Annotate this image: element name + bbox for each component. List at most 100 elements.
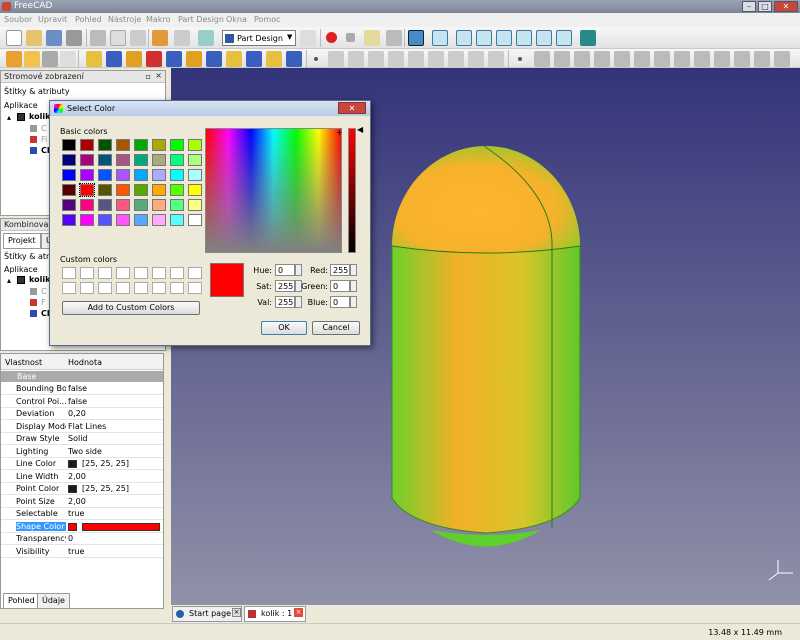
red-spin-icon[interactable] [350,264,357,276]
basic-color-swatch[interactable] [152,214,166,226]
tree-item-fi[interactable]: Fi [41,135,47,144]
hue-input[interactable]: 0 [275,264,295,276]
basic-color-swatch[interactable] [80,214,94,226]
custom-color-swatch[interactable] [170,282,184,294]
tree-item-c[interactable]: C [41,124,47,133]
close-tab-icon[interactable]: × [294,608,303,617]
new-document-icon[interactable] [6,30,22,46]
constraint-parallel-icon[interactable] [594,51,610,67]
basic-color-swatch[interactable] [98,139,112,151]
basic-color-swatch[interactable] [98,169,112,181]
basic-color-swatch[interactable] [170,139,184,151]
green-spin-icon[interactable] [350,280,357,292]
custom-color-swatch[interactable] [152,267,166,279]
basic-color-swatch[interactable] [116,169,130,181]
basic-color-swatch[interactable] [188,139,202,151]
property-row[interactable]: Visibility true [1,546,163,558]
basic-color-swatch[interactable] [134,154,148,166]
shape-color-editor[interactable] [82,522,160,531]
constraint-equal-icon[interactable] [654,51,670,67]
front-view-icon[interactable] [456,30,472,46]
feature-icon-9[interactable] [246,51,262,67]
hue-saturation-picker[interactable]: + [205,128,343,253]
pad-icon[interactable] [6,51,22,67]
menu-pohled[interactable]: Pohled [75,15,102,24]
property-row[interactable]: Shape Color [1,521,163,533]
redo-icon[interactable] [174,30,190,46]
sketch-arc-icon[interactable] [348,51,364,67]
custom-color-swatch[interactable] [116,267,130,279]
tree-expand-icon[interactable]: ▴ [7,113,11,122]
basic-color-swatch[interactable] [62,154,76,166]
basic-color-swatch[interactable] [134,139,148,151]
undo-icon[interactable] [152,30,168,46]
close-panel-icon[interactable]: × [155,71,162,80]
basic-color-swatch[interactable] [134,184,148,196]
pocket-icon[interactable] [24,51,40,67]
workbench-selector[interactable]: Part Design ▼ [222,30,296,46]
minimize-button[interactable]: – [742,1,756,12]
constraint-horizontal-distance-icon[interactable] [714,51,730,67]
basic-color-swatch[interactable] [152,169,166,181]
basic-color-swatch[interactable] [188,169,202,181]
basic-color-swatch[interactable] [188,184,202,196]
property-row[interactable]: Point Size 2,00 [1,496,163,508]
combo-expand-icon[interactable]: ▴ [7,276,11,285]
custom-color-swatch[interactable] [98,267,112,279]
sat-input[interactable]: 255 [275,280,295,292]
menu-okna[interactable]: Okna [226,15,247,24]
tab-projekt[interactable]: Projekt [3,233,41,249]
combo-document[interactable]: kolik [29,275,50,284]
constraint-lock-icon[interactable] [694,51,710,67]
combo-item-f[interactable]: F [41,298,46,307]
basic-color-swatch[interactable] [170,214,184,226]
color-swatch[interactable] [68,522,77,531]
property-row[interactable]: Bounding Box false [1,383,163,395]
constraint-angle-icon[interactable] [774,51,790,67]
sketch-trim-icon[interactable] [488,51,504,67]
copy-icon[interactable] [110,30,126,46]
basic-color-swatch[interactable] [188,199,202,211]
constraint-radius-icon[interactable] [754,51,770,67]
basic-color-swatch[interactable] [188,214,202,226]
custom-color-swatch[interactable] [188,267,202,279]
property-row[interactable]: Line Width 2,00 [1,471,163,483]
fit-all-icon[interactable] [408,30,424,46]
property-row[interactable]: Point Color [25, 25, 25] [1,483,163,495]
stop-macro-icon[interactable] [346,33,355,42]
tab-kolik[interactable]: kolik : 1 × [244,606,306,622]
ok-button[interactable]: OK [261,321,307,335]
constraint-vertical-distance-icon[interactable] [734,51,750,67]
constraint-symmetric-icon[interactable] [674,51,690,67]
tree-root[interactable]: Aplikace [4,101,38,110]
basic-color-swatch[interactable] [98,214,112,226]
add-to-custom-colors-button[interactable]: Add to Custom Colors [62,301,200,315]
feature-icon-11[interactable] [286,51,302,67]
menu-upravit[interactable]: Upravit [38,15,67,24]
feature-icon-10[interactable] [266,51,282,67]
feature-icon-8[interactable] [226,51,242,67]
feature-icon-5[interactable] [166,51,182,67]
basic-color-swatch[interactable] [62,169,76,181]
basic-color-swatch[interactable] [80,169,94,181]
float-icon[interactable]: ▫ [146,72,151,81]
custom-color-swatch[interactable] [188,282,202,294]
fillet-icon[interactable] [42,51,58,67]
tab-pohled[interactable]: Pohled [3,593,40,609]
basic-color-swatch[interactable] [170,169,184,181]
basic-color-swatch[interactable] [170,184,184,196]
menu-soubor[interactable]: Soubor [4,15,32,24]
dialog-close-icon[interactable]: ✕ [338,102,366,114]
basic-color-swatch[interactable] [116,199,130,211]
custom-color-swatch[interactable] [152,282,166,294]
basic-color-swatch[interactable] [116,184,130,196]
basic-color-swatch[interactable] [62,214,76,226]
tab-udaje[interactable]: Údaje [37,593,70,609]
close-tab-icon[interactable]: × [232,608,241,617]
sketch-rectangle-icon[interactable] [408,51,424,67]
basic-color-swatch[interactable] [188,154,202,166]
basic-color-swatch[interactable] [98,184,112,196]
tab-start-page[interactable]: Start page × [172,606,242,622]
constraint-point-on-object-icon[interactable] [534,51,550,67]
custom-color-swatch[interactable] [134,282,148,294]
